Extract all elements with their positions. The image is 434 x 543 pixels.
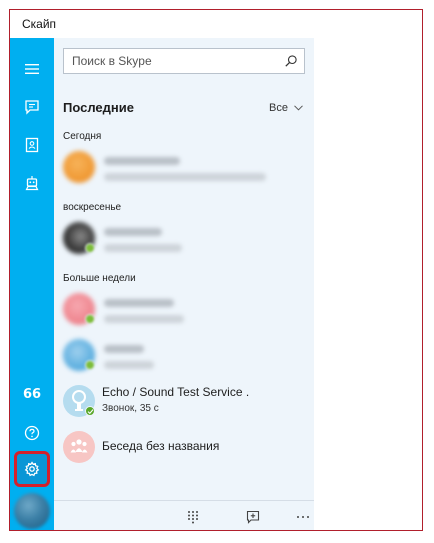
settings-button[interactable]: [14, 451, 50, 487]
dialpad-button[interactable]: [182, 507, 204, 527]
contact-list-item[interactable]: [54, 287, 314, 331]
help-icon: [24, 425, 40, 441]
online-status-icon: [85, 314, 95, 324]
help-button[interactable]: [10, 414, 54, 452]
hamburger-menu-button[interactable]: [10, 50, 54, 88]
contacts-icon: [25, 137, 39, 153]
quote-button[interactable]: 66: [10, 375, 54, 413]
search-placeholder: Поиск в Skype: [72, 54, 152, 68]
checkmark-icon: [87, 408, 93, 414]
quote-label: 66: [22, 386, 42, 402]
profile-avatar[interactable]: [14, 493, 50, 529]
more-options-button[interactable]: [292, 507, 314, 527]
search-icon[interactable]: [284, 54, 298, 68]
contact-name: Echo / Sound Test Service .: [102, 385, 250, 399]
contact-avatar: [63, 151, 95, 183]
online-status-icon: [85, 243, 95, 253]
contact-name: Беседа без названия: [102, 439, 220, 453]
group-avatar: [63, 431, 95, 463]
blurred-message-preview: [104, 173, 266, 181]
left-rail: 66: [10, 38, 54, 530]
contact-untitled-conversation[interactable]: Беседа без названия: [54, 425, 314, 469]
blurred-contact-name: [104, 345, 144, 353]
settings-gear-icon: [24, 461, 40, 477]
chats-button[interactable]: [10, 88, 54, 126]
blurred-contact-name: [104, 299, 174, 307]
group-label-sunday: воскресенье: [63, 202, 122, 213]
new-chat-icon: [246, 510, 260, 524]
group-people-icon: [70, 439, 88, 453]
group-label-today: Сегодня: [63, 131, 102, 142]
recent-filter-dropdown[interactable]: Все: [269, 102, 303, 114]
recent-panel: Поиск в Skype Последние Все Сегодня воск…: [54, 38, 314, 530]
online-status-icon: [85, 406, 95, 416]
bot-icon: [25, 176, 39, 191]
group-label-older: Больше недели: [63, 273, 136, 284]
chevron-down-icon: [294, 105, 303, 111]
dialpad-icon: [188, 511, 198, 524]
blurred-contact-name: [104, 157, 180, 165]
filter-label: Все: [269, 102, 288, 114]
blurred-message-preview: [104, 315, 184, 323]
contacts-button[interactable]: [10, 126, 54, 164]
hamburger-menu-icon: [25, 64, 39, 74]
online-status-icon: [85, 360, 95, 370]
blurred-contact-name: [104, 228, 162, 236]
contact-list-item[interactable]: [54, 216, 314, 260]
panel-bottom-bar: [54, 500, 314, 530]
contact-list-item[interactable]: [54, 145, 314, 189]
content-area: [314, 38, 422, 530]
contact-last-activity: Звонок, 35 с: [102, 403, 159, 414]
blurred-message-preview: [104, 361, 154, 369]
skype-window: Скайп 66 Поиск в Skype Последние Все Сег…: [9, 9, 423, 531]
contact-echo-sound-test[interactable]: Echo / Sound Test Service . Звонок, 35 с: [54, 379, 314, 423]
window-title: Скайп: [10, 10, 422, 38]
search-input[interactable]: Поиск в Skype: [63, 48, 305, 74]
blurred-message-preview: [104, 244, 182, 252]
chat-icon: [25, 100, 39, 115]
bots-button[interactable]: [10, 164, 54, 202]
new-chat-button[interactable]: [242, 507, 264, 527]
contact-list-item[interactable]: [54, 333, 314, 377]
recent-title: Последние: [63, 100, 134, 115]
more-icon: [297, 516, 309, 518]
